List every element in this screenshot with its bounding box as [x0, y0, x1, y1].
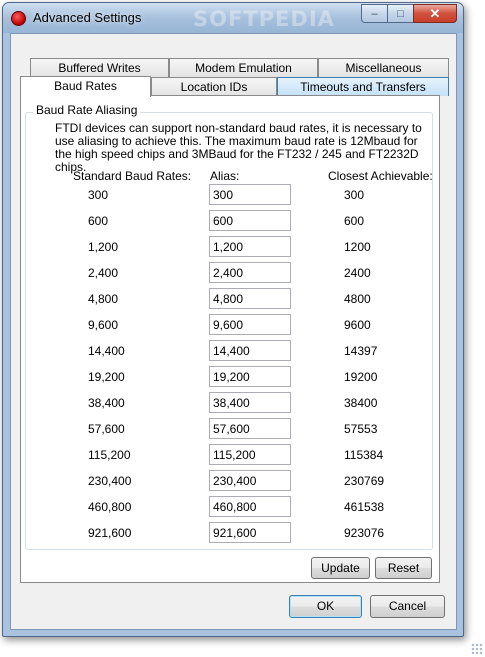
- minimize-button[interactable]: –: [361, 4, 387, 23]
- app-icon: [11, 11, 26, 26]
- standard-baud-rate-value: 9,600: [88, 318, 119, 332]
- tab-baud-rates[interactable]: Baud Rates: [20, 76, 151, 97]
- maximize-button[interactable]: □: [387, 4, 413, 23]
- closest-achievable-value: 14397: [344, 344, 378, 358]
- close-button[interactable]: ✕: [413, 4, 457, 23]
- alias-input[interactable]: [209, 496, 291, 517]
- tab-buffered-writes[interactable]: Buffered Writes: [30, 58, 169, 77]
- tab-location-ids[interactable]: Location IDs: [151, 77, 277, 96]
- alias-input[interactable]: [209, 184, 291, 205]
- update-button[interactable]: Update: [311, 557, 370, 579]
- closest-achievable-value: 230769: [344, 474, 385, 488]
- alias-input[interactable]: [209, 392, 291, 413]
- resize-grip-icon[interactable]: [471, 643, 483, 655]
- alias-input[interactable]: [209, 522, 291, 543]
- standard-baud-rate-value: 38,400: [88, 396, 125, 410]
- minimize-icon: –: [371, 7, 378, 20]
- alias-input[interactable]: [209, 262, 291, 283]
- closest-achievable-value: 600: [344, 214, 365, 228]
- standard-baud-rate-value: 300: [88, 188, 109, 202]
- alias-input[interactable]: [209, 366, 291, 387]
- standard-baud-rate-value: 1,200: [88, 240, 119, 254]
- alias-input[interactable]: [209, 236, 291, 257]
- alias-input[interactable]: [209, 314, 291, 335]
- closest-achievable-value: 38400: [344, 396, 378, 410]
- ok-button[interactable]: OK: [289, 595, 362, 618]
- column-header-standard: Standard Baud Rates:: [73, 169, 192, 183]
- group-title: Baud Rate Aliasing: [33, 103, 141, 117]
- standard-baud-rate-value: 2,400: [88, 266, 119, 280]
- tab-timeouts-and-transfers[interactable]: Timeouts and Transfers: [277, 77, 449, 96]
- alias-input[interactable]: [209, 210, 291, 231]
- standard-baud-rate-value: 57,600: [88, 422, 125, 436]
- closest-achievable-value: 9600: [344, 318, 371, 332]
- alias-input[interactable]: [209, 470, 291, 491]
- closest-achievable-value: 300: [344, 188, 365, 202]
- tab-miscellaneous[interactable]: Miscellaneous: [318, 58, 449, 77]
- maximize-icon: □: [397, 7, 404, 20]
- closest-achievable-value: 115384: [344, 448, 384, 462]
- alias-input[interactable]: [209, 288, 291, 309]
- closest-achievable-value: 4800: [344, 292, 371, 306]
- reset-button[interactable]: Reset: [375, 557, 432, 579]
- standard-baud-rate-value: 19,200: [88, 370, 125, 384]
- cancel-button[interactable]: Cancel: [370, 595, 445, 618]
- window-title: Advanced Settings: [33, 10, 142, 25]
- column-header-achievable: Closest Achievable:: [328, 169, 433, 183]
- column-header-alias: Alias:: [210, 169, 240, 183]
- alias-input[interactable]: [209, 444, 291, 465]
- standard-baud-rate-value: 460,800: [88, 500, 132, 514]
- close-icon: ✕: [429, 5, 441, 21]
- standard-baud-rate-value: 4,800: [88, 292, 119, 306]
- standard-baud-rate-value: 921,600: [88, 526, 132, 540]
- standard-baud-rate-value: 230,400: [88, 474, 132, 488]
- caption-buttons: – □ ✕: [361, 4, 457, 23]
- tab-modem-emulation[interactable]: Modem Emulation: [169, 58, 318, 77]
- closest-achievable-value: 461538: [344, 500, 385, 514]
- standard-baud-rate-value: 600: [88, 214, 109, 228]
- closest-achievable-value: 1200: [344, 240, 371, 254]
- title-bar[interactable]: Advanced Settings SOFTPEDIA – □ ✕: [3, 3, 463, 33]
- alias-input[interactable]: [209, 340, 291, 361]
- closest-achievable-value: 19200: [344, 370, 378, 384]
- group-description: FTDI devices can support non-standard ba…: [55, 121, 422, 174]
- closest-achievable-value: 923076: [344, 526, 385, 540]
- watermark: SOFTPEDIA: [193, 7, 335, 31]
- closest-achievable-value: 57553: [344, 422, 378, 436]
- standard-baud-rate-value: 14,400: [88, 344, 125, 358]
- closest-achievable-value: 2400: [344, 266, 371, 280]
- standard-baud-rate-value: 115,200: [88, 448, 131, 462]
- alias-input[interactable]: [209, 418, 291, 439]
